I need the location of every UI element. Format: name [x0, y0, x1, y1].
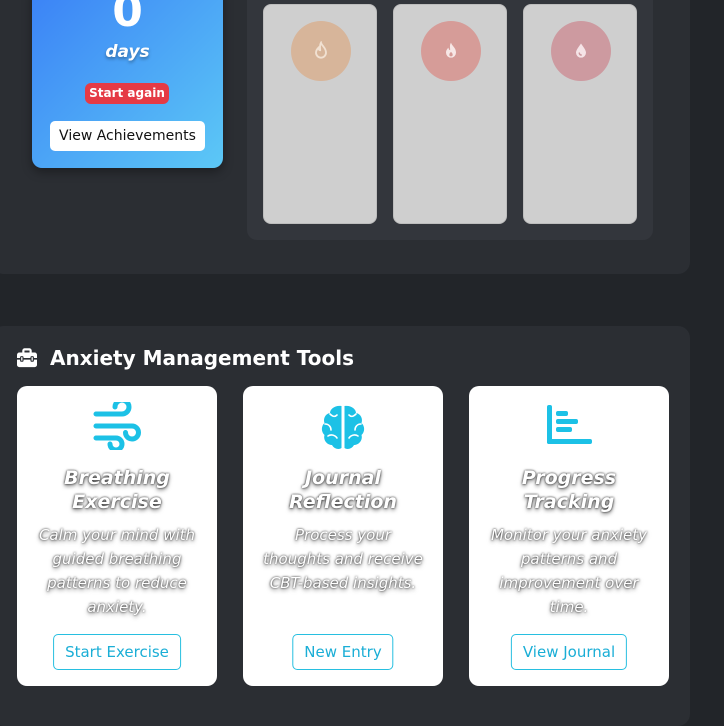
- toolbox-icon: [17, 348, 37, 368]
- view-achievements-button[interactable]: View Achievements: [50, 121, 205, 151]
- streak-unit: days: [105, 42, 150, 62]
- tool-card-progress: Progress Tracking Monitor your anxiety p…: [469, 386, 669, 686]
- badge-card[interactable]: [263, 4, 377, 224]
- badge-card[interactable]: [393, 4, 507, 224]
- view-journal-button[interactable]: View Journal: [510, 634, 628, 670]
- start-exercise-button[interactable]: Start Exercise: [53, 634, 181, 670]
- tool-title: Progress Tracking: [521, 467, 617, 513]
- flame-icon: [446, 42, 456, 58]
- tool-description: Process your thoughts and receive CBT-ba…: [263, 526, 423, 592]
- tools-heading: Anxiety Management Tools: [16, 343, 354, 373]
- streak-count: 0: [112, 0, 143, 37]
- brain-icon: [321, 405, 365, 449]
- wind-icon: [93, 402, 141, 450]
- badge-card[interactable]: [523, 4, 637, 224]
- bar-chart-icon: [547, 405, 592, 444]
- new-entry-button[interactable]: New Entry: [292, 634, 394, 670]
- tool-description: Monitor your anxiety patterns and improv…: [490, 526, 647, 616]
- water-drop-icon: [576, 43, 586, 58]
- tool-title: Breathing Exercise: [64, 467, 170, 513]
- tool-card-breathing: Breathing Exercise Calm your mind with g…: [17, 386, 217, 686]
- tool-description: Calm your mind with guided breathing pat…: [38, 526, 196, 616]
- tool-card-journal: Journal Reflection Process your thoughts…: [243, 386, 443, 686]
- flame-icon: [315, 41, 327, 59]
- badge-circle: [551, 21, 611, 81]
- badge-circle: [421, 21, 481, 81]
- tools-heading-text: Anxiety Management Tools: [50, 346, 355, 370]
- tool-title: Journal Reflection: [289, 467, 397, 513]
- badge-circle: [291, 21, 351, 81]
- start-again-button[interactable]: Start again: [85, 83, 169, 104]
